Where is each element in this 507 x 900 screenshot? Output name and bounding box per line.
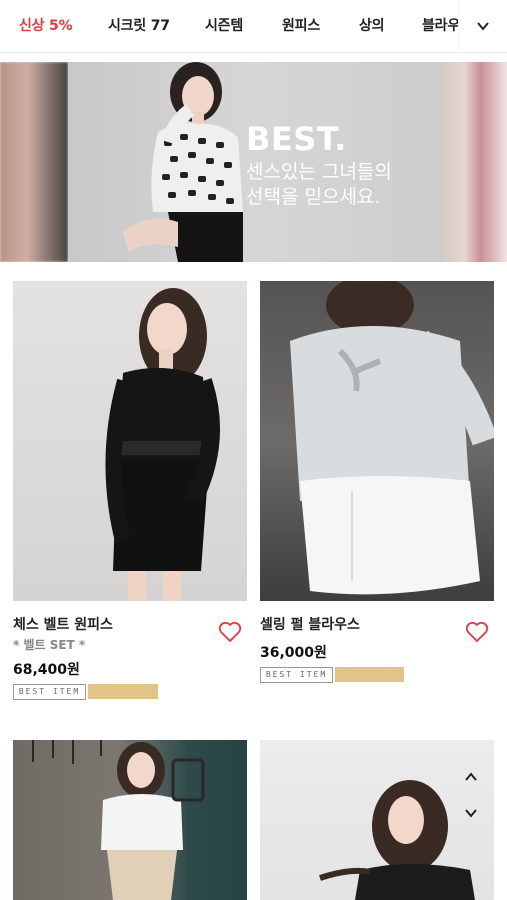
best-item-badge: BEST ITEM xyxy=(260,667,333,683)
banner-next-slide[interactable] xyxy=(441,62,507,262)
nav-item-tops[interactable]: 상의 xyxy=(359,0,385,52)
banner-slide-best[interactable]: BEST. 센스있는 그녀들의 선택을 믿으세요. xyxy=(68,62,441,262)
banner-carousel[interactable]: BEST. 센스있는 그녀들의 선택을 믿으세요. xyxy=(0,62,507,262)
product-image[interactable] xyxy=(13,740,247,900)
chevron-down-icon xyxy=(477,22,489,31)
banner-title: BEST. xyxy=(246,120,347,158)
color-swatch xyxy=(88,684,158,699)
product-name[interactable]: 체스 벨트 원피스 xyxy=(13,614,113,634)
banner-model-image xyxy=(123,62,243,262)
nav-item-secret77[interactable]: 시크릿 77 xyxy=(108,0,170,52)
nav-item-season[interactable]: 시즌템 xyxy=(205,0,243,52)
product-price: 68,400원 xyxy=(13,662,80,678)
banner-subtitle: 센스있는 그녀들의 선택을 믿으세요. xyxy=(246,160,392,210)
banner-subtitle-line1: 센스있는 그녀들의 xyxy=(246,161,392,183)
nav-item-new[interactable]: 신상 5% xyxy=(19,0,73,52)
product-name[interactable]: 셀링 펄 블라우스 xyxy=(260,614,360,634)
product-image[interactable] xyxy=(260,740,494,900)
product-card[interactable] xyxy=(260,281,494,601)
product-image[interactable] xyxy=(13,281,247,601)
product-price: 36,000원 xyxy=(260,645,327,661)
product-image[interactable] xyxy=(260,281,494,601)
product-photo-model xyxy=(105,288,220,601)
nav-item-blouse[interactable]: 블라우스 xyxy=(422,0,460,52)
category-nav: 신상 5% 시크릿 77 시즌템 원피스 상의 블라우스 xyxy=(0,0,507,53)
chevron-up-icon xyxy=(465,772,477,781)
product-subtitle: * 벨트 SET * xyxy=(13,638,86,652)
best-item-badge: BEST ITEM xyxy=(13,684,86,700)
nav-item-onepiece[interactable]: 원피스 xyxy=(282,0,320,52)
product-card[interactable] xyxy=(260,740,494,900)
product-photo-model xyxy=(32,740,205,900)
heart-outline-icon[interactable] xyxy=(218,621,242,643)
product-card[interactable] xyxy=(13,740,247,900)
chevron-down-icon xyxy=(465,809,477,818)
product-photo-model xyxy=(319,780,475,900)
scroll-bottom-button[interactable] xyxy=(460,802,482,824)
heart-outline-icon[interactable] xyxy=(465,621,489,643)
product-photo-model xyxy=(290,281,494,595)
nav-expand-button[interactable] xyxy=(458,0,507,52)
category-nav-scroll[interactable]: 신상 5% 시크릿 77 시즌템 원피스 상의 블라우스 xyxy=(0,0,460,52)
banner-prev-slide[interactable] xyxy=(0,62,68,262)
product-card[interactable] xyxy=(13,281,247,601)
banner-subtitle-line2: 선택을 믿으세요. xyxy=(246,186,381,208)
color-swatch xyxy=(335,667,404,682)
scroll-top-button[interactable] xyxy=(460,766,482,788)
